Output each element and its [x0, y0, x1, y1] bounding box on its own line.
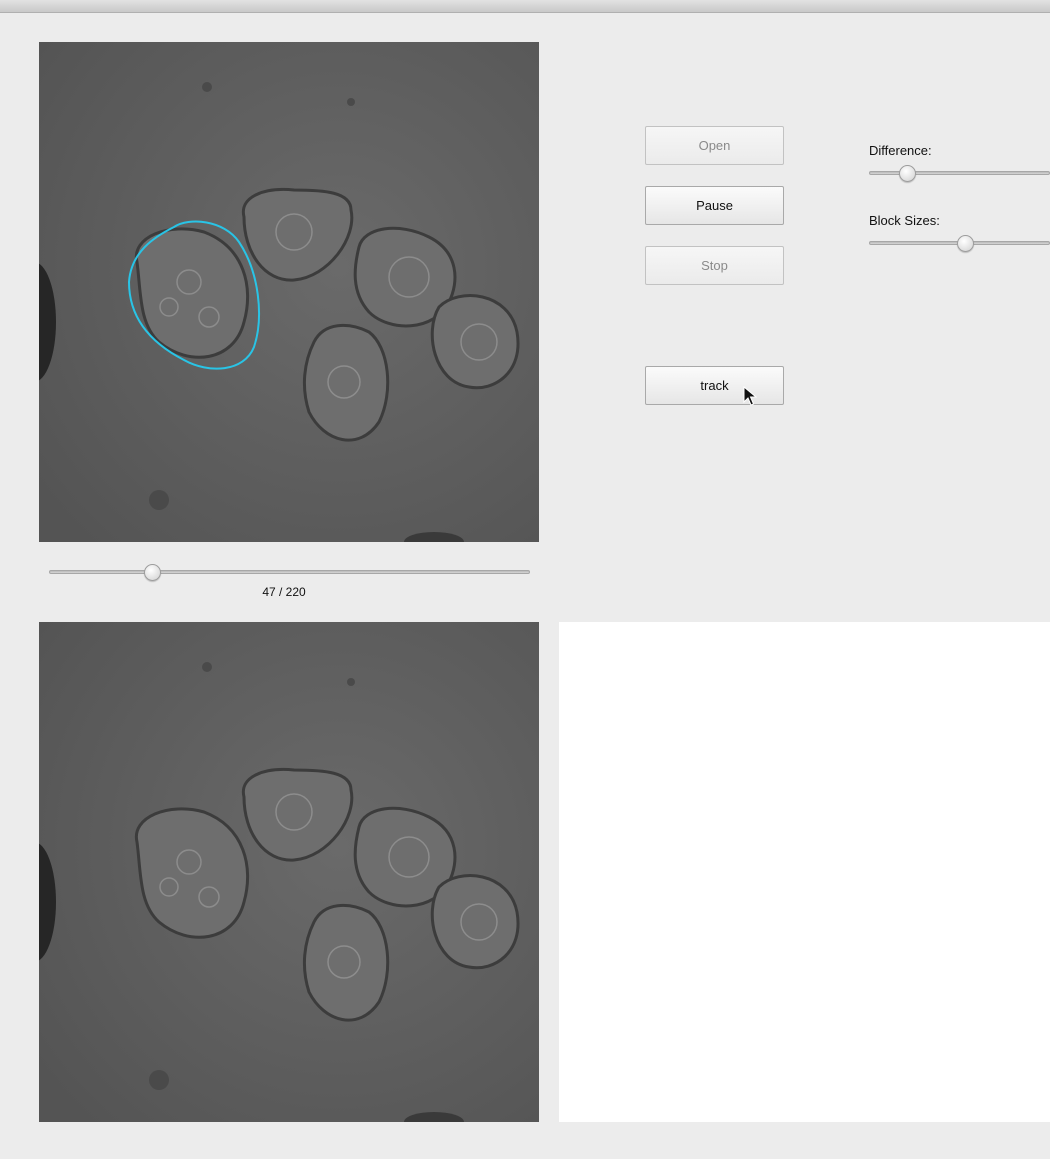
video-frame-tracked[interactable] [39, 42, 539, 542]
difference-slider[interactable] [869, 171, 1050, 175]
difference-label: Difference: [869, 143, 932, 158]
block-sizes-slider-knob[interactable] [956, 235, 974, 252]
empty-output-panel [559, 622, 1050, 1122]
window-title-bar [0, 0, 1050, 13]
frame-slider[interactable] [49, 570, 530, 574]
difference-slider-knob[interactable] [899, 165, 916, 182]
cell-microscopy-image [39, 42, 539, 542]
track-button[interactable]: track [645, 366, 784, 405]
cell-microscopy-image-raw [39, 622, 539, 1122]
frame-slider-knob[interactable] [143, 564, 161, 581]
block-sizes-label: Block Sizes: [869, 213, 940, 228]
stop-button[interactable]: Stop [645, 246, 784, 285]
mouse-pointer-icon [743, 386, 757, 406]
open-button[interactable]: Open [645, 126, 784, 165]
frame-counter: 47 / 220 [262, 585, 306, 599]
video-frame-raw [39, 622, 539, 1122]
pause-button[interactable]: Pause [645, 186, 784, 225]
